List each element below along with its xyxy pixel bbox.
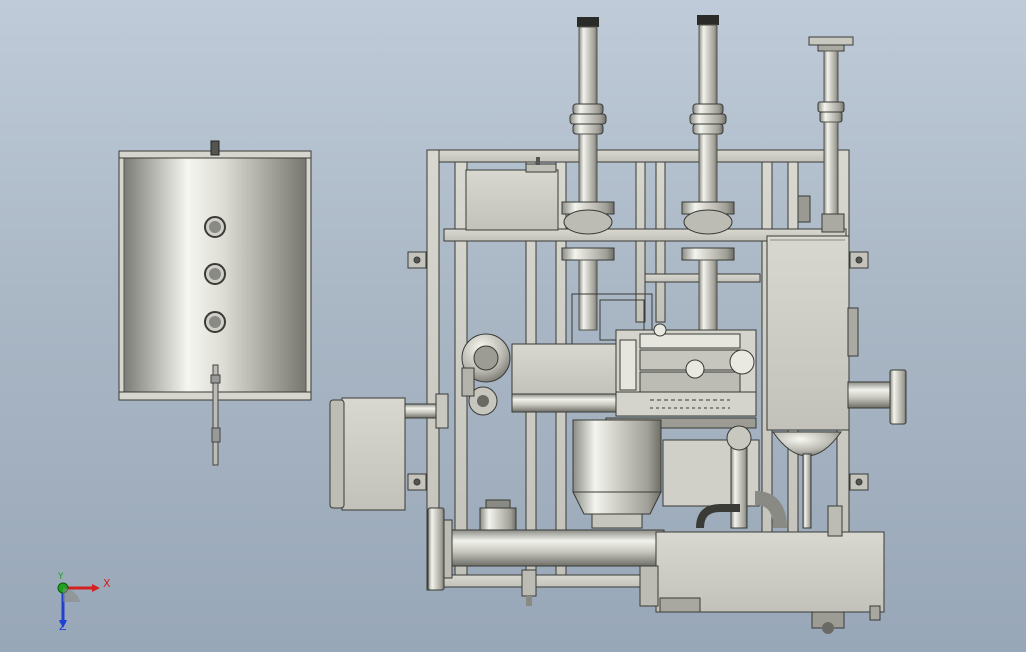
pump-volute[interactable] (461, 333, 511, 416)
vertical-pipe-middle[interactable] (681, 15, 735, 331)
vertical-pipe-left[interactable] (561, 17, 615, 331)
filter-canister[interactable] (572, 419, 662, 529)
control-cabinet[interactable] (766, 235, 859, 431)
y-axis-label: Y (58, 572, 64, 582)
cad-viewport[interactable]: X Y Z (0, 0, 1026, 652)
outlet-flange-right[interactable] (847, 369, 907, 425)
z-axis-label: Z (59, 620, 67, 633)
storage-tank[interactable] (118, 140, 312, 466)
x-axis-label: X (103, 577, 111, 590)
cad-model-view[interactable] (0, 0, 1026, 652)
junction-box-top[interactable] (465, 157, 559, 231)
engine-block[interactable] (605, 323, 757, 429)
